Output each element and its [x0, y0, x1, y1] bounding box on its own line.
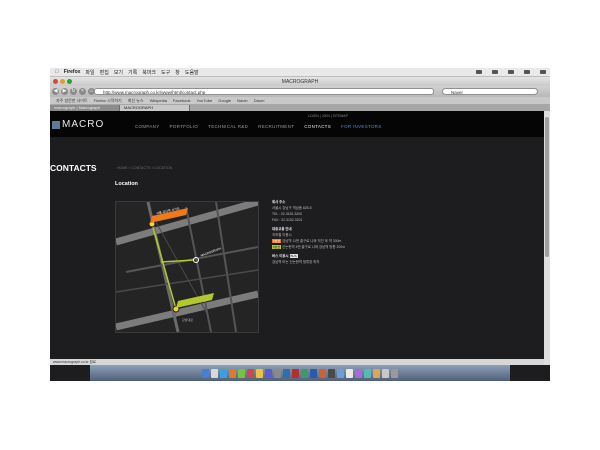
wifi-icon[interactable]	[476, 70, 482, 74]
bookmark-item[interactable]: 자주 방문한 사이트	[56, 98, 88, 104]
menu-item[interactable]: 북마크	[142, 69, 156, 76]
menu-item[interactable]: 도구	[161, 69, 170, 76]
line2-text: 강남역 11번 출구로 나와 직진 후 약 300m	[282, 239, 342, 243]
line9-text: 신논현역 4번 출구로 나와 강남역 방향 200m	[282, 245, 345, 249]
minimize-icon[interactable]	[60, 79, 65, 84]
bus-text: 강남역 또는 신논현역 정류장 하차	[272, 260, 320, 264]
nav-recruitment[interactable]: RECRUITMENT	[258, 124, 294, 129]
map-label-street: 강남대로	[182, 318, 194, 322]
menu-item[interactable]: 편집	[100, 69, 109, 76]
line2-badge: 2호선	[272, 239, 282, 243]
battery-icon[interactable]	[508, 70, 514, 74]
page-scrollbar[interactable]	[544, 111, 550, 365]
calendar-icon[interactable]	[247, 368, 254, 378]
preferences-icon[interactable]	[274, 368, 281, 378]
browser-window:  Firefox 파일 편집 보기 기록 북마크 도구 창 도움말 MACRO…	[50, 68, 550, 381]
menu-item[interactable]: 파일	[85, 69, 94, 76]
bookmark-item[interactable]: 최신 뉴스	[128, 98, 144, 104]
nav-company[interactable]: COMPANY	[135, 124, 160, 129]
menu-item[interactable]: 보기	[114, 69, 123, 76]
safari-icon[interactable]	[220, 368, 227, 378]
stop-icon[interactable]: ×	[79, 88, 86, 95]
dashboard-icon[interactable]	[211, 368, 218, 378]
nav-technical[interactable]: TECHNICAL R&D	[208, 124, 248, 129]
mac-dock	[90, 365, 510, 381]
trash-icon[interactable]	[391, 368, 398, 378]
menu-item[interactable]: 도움말	[185, 69, 199, 76]
site-header: LOGIN | JOIN | SITEMAP MACRO COMPANY POR…	[50, 111, 544, 137]
clock-icon[interactable]	[524, 70, 530, 74]
bookmark-item[interactable]: Wikipedia	[150, 98, 167, 103]
app-icon[interactable]	[373, 368, 380, 378]
zoom-icon[interactable]	[67, 79, 72, 84]
map-svg	[116, 202, 258, 332]
mac-menubar:  Firefox 파일 편집 보기 기록 북마크 도구 창 도움말	[50, 68, 550, 77]
notes-icon[interactable]	[256, 368, 263, 378]
bus-badge: BUS	[289, 254, 298, 258]
menu-item[interactable]: 창	[175, 69, 180, 76]
menu-app[interactable]: Firefox	[64, 69, 81, 75]
navigation-toolbar: ◀ ▶ ↻ × ⌂ http://www.macrograph.co.kr/ww…	[50, 86, 550, 97]
app-icon[interactable]	[364, 368, 371, 378]
bookmarks-bar: 자주 방문한 사이트 Firefox 시작하기 최신 뉴스 Wikipedia …	[50, 97, 550, 104]
reload-icon[interactable]: ↻	[70, 88, 77, 95]
close-icon[interactable]	[53, 79, 58, 84]
site-logo[interactable]: MACRO	[52, 119, 104, 130]
breadcrumb[interactable]: HOME > CONTACTS > LOCATION	[117, 166, 172, 170]
window-titlebar: MACROGRAPH	[50, 77, 550, 86]
bookmark-item[interactable]: Daum	[254, 98, 265, 103]
menu-item[interactable]: 기록	[128, 69, 137, 76]
logo-mark-icon	[52, 120, 60, 129]
main-nav: COMPANY PORTFOLIO TECHNICAL R&D RECRUITM…	[135, 124, 382, 129]
logo-text: MACRO	[62, 119, 105, 130]
spotlight-icon[interactable]	[540, 70, 546, 74]
forward-icon[interactable]: ▶	[61, 88, 68, 95]
powerpoint-icon[interactable]	[319, 368, 326, 378]
url-input[interactable]: http://www.macrograph.co.kr/www/html/con…	[94, 88, 434, 95]
tab-strip: macrograph | Macrograph MACROGRAPH	[50, 104, 550, 111]
bookmark-item[interactable]: Firefox 시작하기	[94, 98, 122, 104]
photoshop-icon[interactable]	[283, 368, 290, 378]
address-block: 회사 주소 서울시 강남구 역삼동 825-8 TEL : 02-3152-32…	[272, 199, 372, 265]
bookmark-item[interactable]: Facebook	[173, 98, 191, 103]
terminal-icon[interactable]	[328, 368, 335, 378]
downloads-icon[interactable]	[382, 368, 389, 378]
mail-icon[interactable]	[337, 368, 344, 378]
page-title: CONTACTS	[50, 163, 97, 173]
bookmark-item[interactable]: YouTube	[197, 98, 213, 103]
bus-heading: 버스 이용시	[272, 254, 289, 258]
app-icon[interactable]	[355, 368, 362, 378]
bookmark-item[interactable]: Google	[218, 98, 231, 103]
window-title: MACROGRAPH	[281, 78, 319, 85]
finder-icon[interactable]	[202, 368, 209, 378]
volume-icon[interactable]	[492, 70, 498, 74]
scrollbar-thumb[interactable]	[545, 117, 549, 257]
itunes-icon[interactable]	[265, 368, 272, 378]
fax-line: FAX : 02-3152-3201	[272, 218, 303, 222]
nav-contacts[interactable]: CONTACTS	[304, 124, 331, 129]
word-icon[interactable]	[310, 368, 317, 378]
textedit-icon[interactable]	[346, 368, 353, 378]
nav-investors[interactable]: FOR INVESTORS	[341, 124, 382, 129]
firefox-icon[interactable]	[229, 368, 236, 378]
excel-icon[interactable]	[301, 368, 308, 378]
section-title: Location	[115, 181, 138, 187]
messages-icon[interactable]	[238, 368, 245, 378]
back-icon[interactable]: ◀	[52, 88, 59, 95]
location-map[interactable]: 서울 강남역 사거리 MACROGRAPH 신논현역 4번 강남대로	[115, 201, 259, 333]
nav-portfolio[interactable]: PORTFOLIO	[170, 124, 199, 129]
search-input[interactable]: Naver	[442, 88, 538, 95]
header-links[interactable]: LOGIN | JOIN | SITEMAP	[308, 114, 348, 118]
bookmark-item[interactable]: Naver	[237, 98, 248, 103]
line9-badge: 9호선	[272, 245, 282, 249]
apple-icon[interactable]: 	[55, 69, 59, 75]
acrobat-icon[interactable]	[292, 368, 299, 378]
